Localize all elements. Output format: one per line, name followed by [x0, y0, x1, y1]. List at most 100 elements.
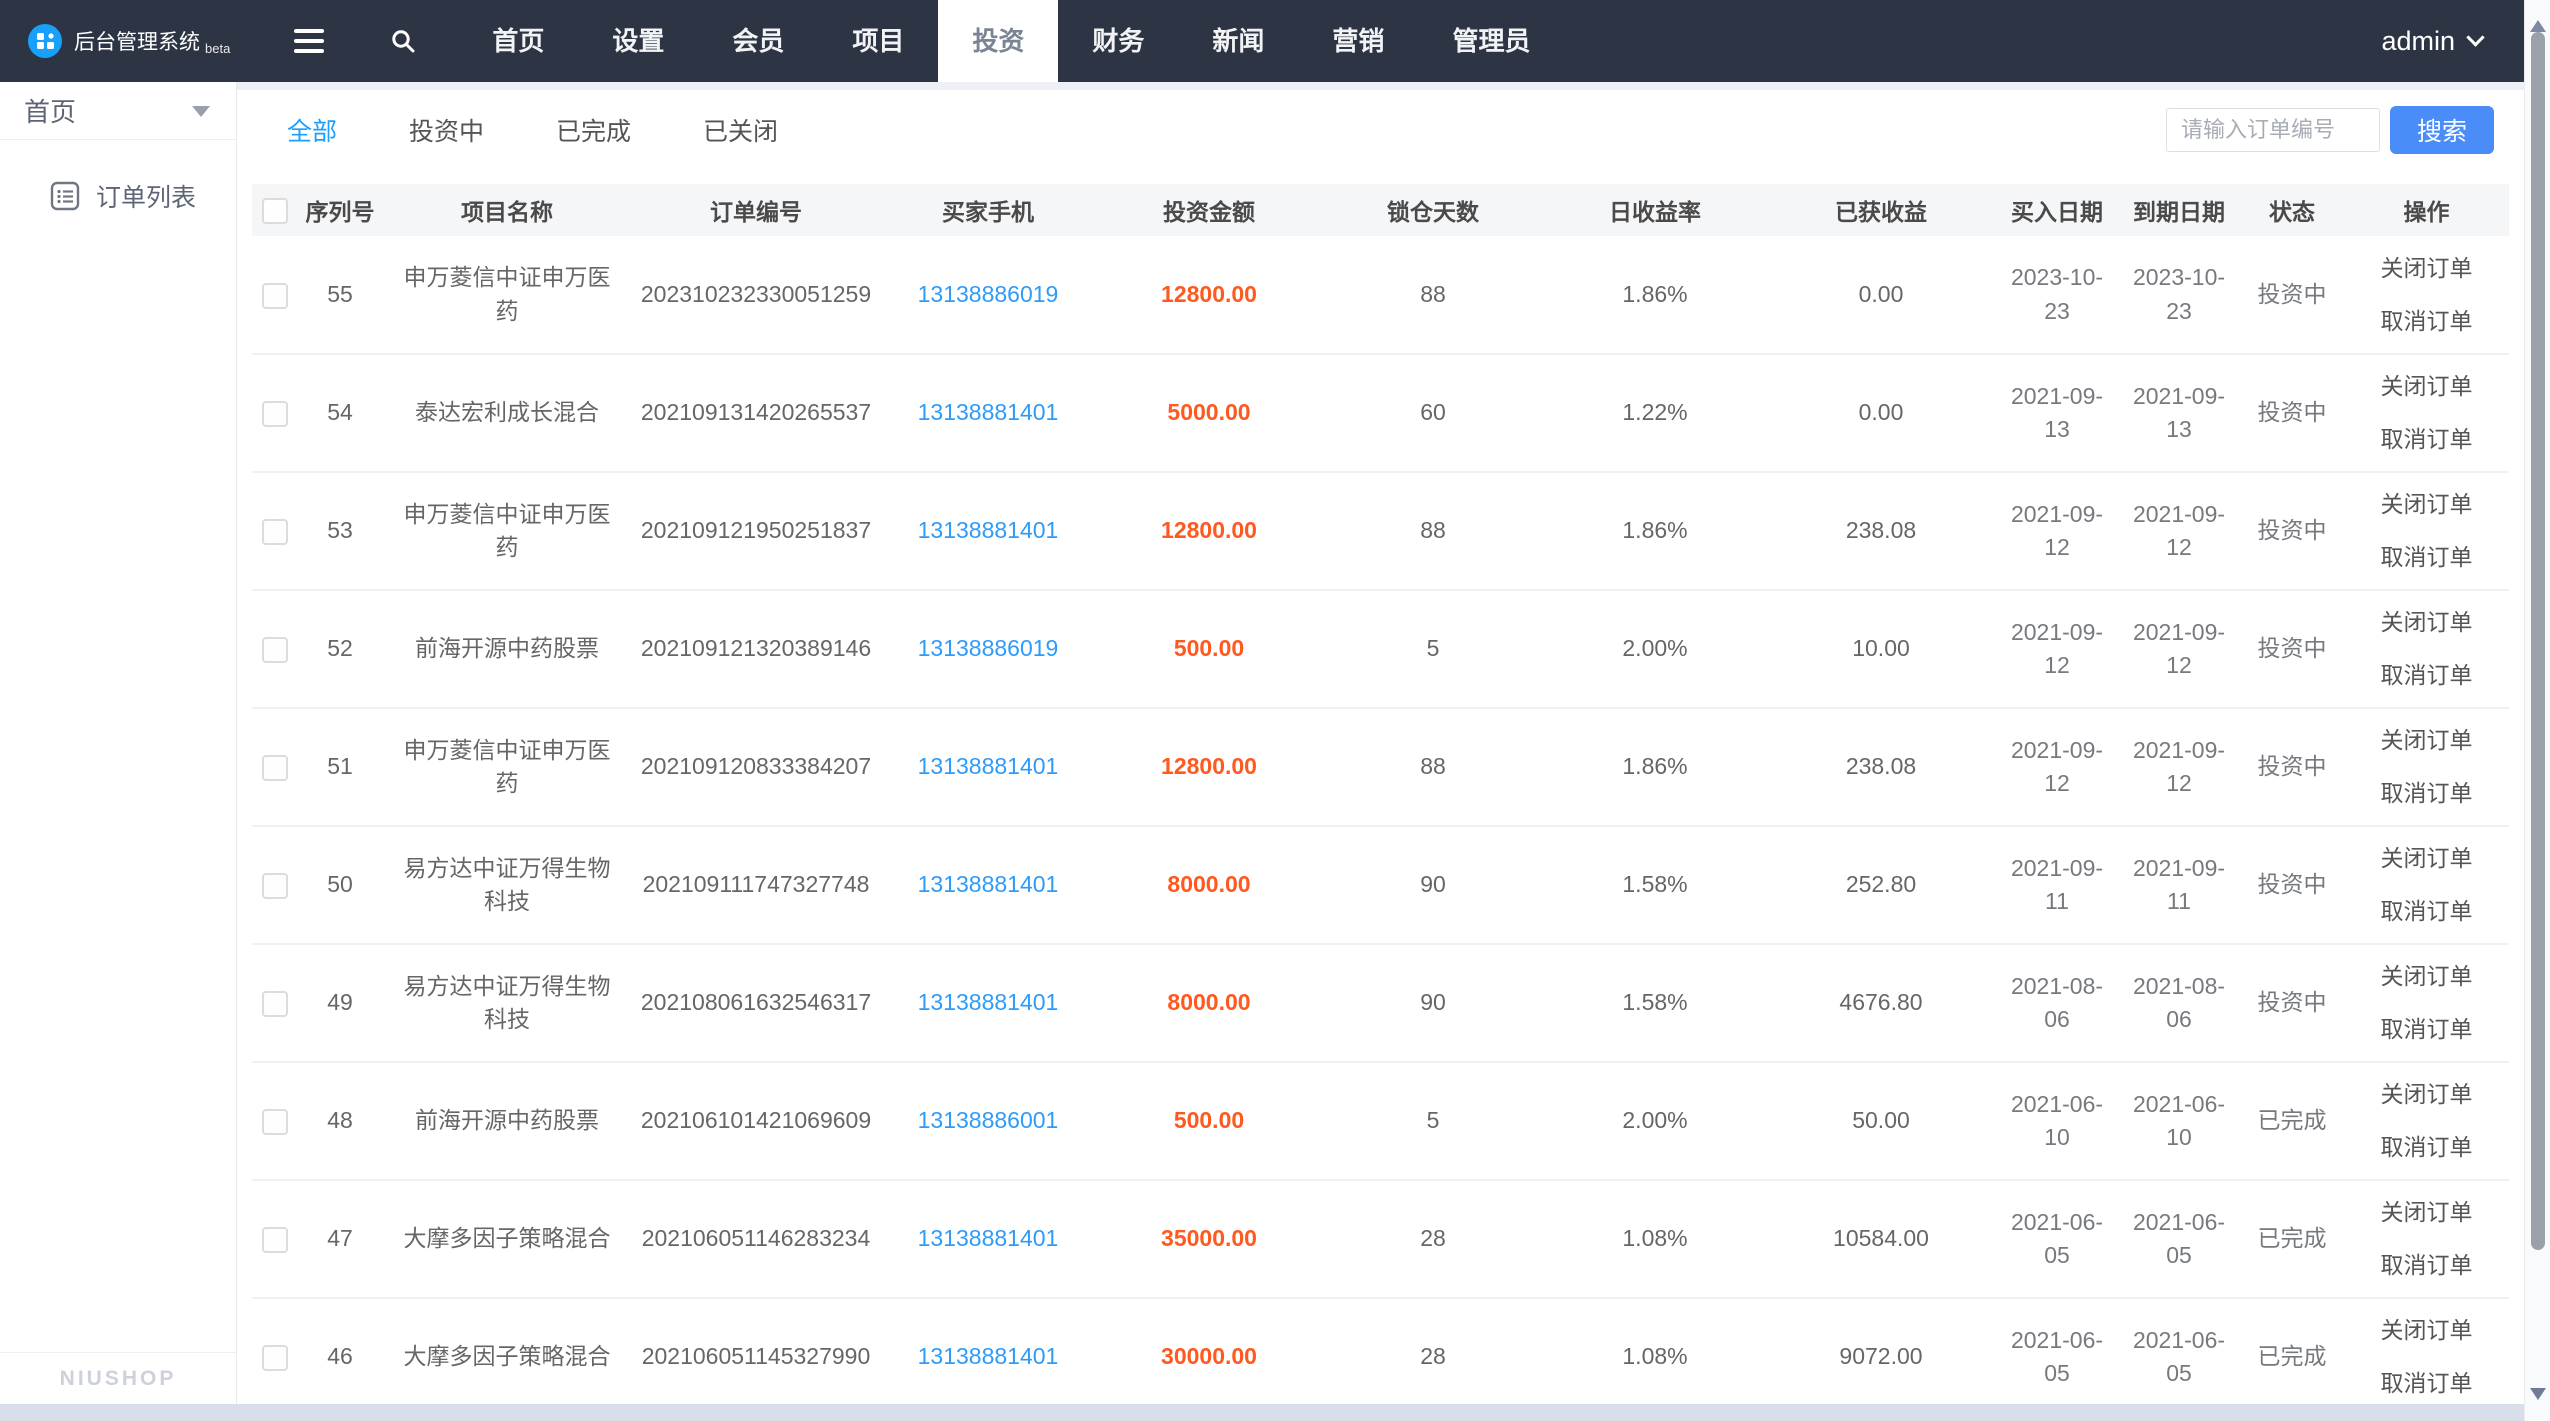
row-checkbox[interactable] — [262, 519, 288, 546]
nav-item-5[interactable]: 投资 — [938, 0, 1059, 82]
row-checkbox[interactable] — [262, 1227, 288, 1254]
cancel-order-link[interactable]: 取消订单 — [2352, 767, 2501, 820]
search-button[interactable]: 搜索 — [2390, 106, 2494, 154]
close-order-link[interactable]: 关闭订单 — [2352, 242, 2501, 295]
close-order-link[interactable]: 关闭订单 — [2352, 360, 2501, 413]
earned-profit-cell: 238.08 — [1766, 708, 1996, 827]
status-cell: 已完成 — [2240, 1298, 2344, 1404]
content-card: 全部投资中已完成已关闭 搜索 — [237, 90, 2524, 1404]
close-order-link[interactable]: 关闭订单 — [2352, 1186, 2501, 1239]
buyer-phone-link[interactable]: 13138881401 — [880, 1180, 1096, 1299]
buyer-phone-link[interactable]: 13138881401 — [880, 1298, 1096, 1404]
lock-days-cell: 5 — [1322, 590, 1544, 709]
nav-item-8[interactable]: 营销 — [1298, 0, 1418, 82]
buyer-phone-link[interactable]: 13138886001 — [880, 1062, 1096, 1181]
buyer-phone-link[interactable]: 13138886019 — [880, 236, 1096, 355]
checkbox-cell — [252, 236, 298, 355]
cancel-order-link[interactable]: 取消订单 — [2352, 1357, 2501, 1404]
close-order-link[interactable]: 关闭订单 — [2352, 1304, 2501, 1357]
cancel-order-link[interactable]: 取消订单 — [2352, 531, 2501, 584]
close-order-link[interactable]: 关闭订单 — [2352, 714, 2501, 767]
cancel-order-link[interactable]: 取消订单 — [2352, 885, 2501, 938]
cancel-order-link[interactable]: 取消订单 — [2352, 1239, 2501, 1292]
nav-item-4[interactable]: 项目 — [818, 0, 938, 82]
close-order-link[interactable]: 关闭订单 — [2352, 1068, 2501, 1121]
invest-amount-cell: 500.00 — [1096, 590, 1322, 709]
buy-date-cell: 2023-10-23 — [1996, 236, 2118, 355]
vertical-scrollbar-thumb[interactable] — [2531, 32, 2545, 1250]
invest-amount-cell: 500.00 — [1096, 1062, 1322, 1181]
username: admin — [2381, 25, 2455, 56]
sidebar: 首页 订单列表 NIUSHOP — [0, 82, 237, 1404]
search-icon[interactable] — [390, 28, 416, 54]
cancel-order-link[interactable]: 取消订单 — [2352, 1121, 2501, 1174]
tab-1[interactable]: 全部 — [287, 112, 337, 148]
daily-rate-cell: 2.00% — [1544, 1062, 1766, 1181]
row-checkbox[interactable] — [262, 282, 288, 309]
column-header: 订单编号 — [632, 184, 880, 236]
cancel-order-link[interactable]: 取消订单 — [2352, 295, 2501, 348]
scroll-down-arrow-icon[interactable] — [2530, 1388, 2546, 1408]
main-area: 全部投资中已完成已关闭 搜索 — [237, 82, 2524, 1404]
cancel-order-link[interactable]: 取消订单 — [2352, 413, 2501, 466]
seq-cell: 55 — [298, 236, 382, 355]
project-name-cell: 申万菱信中证申万医药 — [382, 236, 632, 355]
table-body: 55 申万菱信中证申万医药 202310232330051259 1313888… — [252, 236, 2509, 1404]
close-order-link[interactable]: 关闭订单 — [2352, 478, 2501, 531]
brand[interactable]: 后台管理系统 beta — [28, 24, 230, 58]
tab-3[interactable]: 已完成 — [556, 112, 631, 148]
horizontal-scrollbar[interactable] — [0, 1404, 2524, 1421]
vertical-scrollbar[interactable] — [2524, 0, 2550, 1421]
buy-date-cell: 2021-06-05 — [1996, 1180, 2118, 1299]
row-checkbox[interactable] — [262, 873, 288, 900]
nav-item-2[interactable]: 设置 — [578, 0, 698, 82]
seq-cell: 48 — [298, 1062, 382, 1181]
status-cell: 已完成 — [2240, 1062, 2344, 1181]
nav-item-3[interactable]: 会员 — [698, 0, 818, 82]
select-all-header — [252, 184, 298, 236]
order-search-input[interactable] — [2166, 108, 2380, 152]
earned-profit-cell: 9072.00 — [1766, 1298, 1996, 1404]
sidebar-section-home[interactable]: 首页 — [0, 82, 236, 140]
seq-cell: 54 — [298, 354, 382, 473]
close-order-link[interactable]: 关闭订单 — [2352, 832, 2501, 885]
end-date-cell: 2021-06-05 — [2118, 1180, 2240, 1299]
sidebar-item-order-list[interactable]: 订单列表 — [0, 168, 236, 224]
hamburger-icon[interactable] — [294, 29, 325, 53]
row-checkbox[interactable] — [262, 637, 288, 664]
row-checkbox[interactable] — [262, 755, 288, 782]
nav-item-6[interactable]: 财务 — [1058, 0, 1178, 82]
row-checkbox[interactable] — [262, 991, 288, 1018]
nav-item-7[interactable]: 新闻 — [1178, 0, 1298, 82]
close-order-link[interactable]: 关闭订单 — [2352, 950, 2501, 1003]
row-checkbox[interactable] — [262, 401, 288, 428]
order-no-cell: 202109121320389146 — [632, 590, 880, 709]
row-checkbox[interactable] — [262, 1345, 288, 1372]
buy-date-cell: 2021-06-10 — [1996, 1062, 2118, 1181]
buyer-phone-link[interactable]: 13138881401 — [880, 708, 1096, 827]
buyer-phone-link[interactable]: 13138881401 — [880, 472, 1096, 591]
lock-days-cell: 88 — [1322, 708, 1544, 827]
cancel-order-link[interactable]: 取消订单 — [2352, 1003, 2501, 1056]
buyer-phone-link[interactable]: 13138881401 — [880, 944, 1096, 1063]
buyer-phone-link[interactable]: 13138881401 — [880, 826, 1096, 945]
user-menu[interactable]: admin — [2381, 25, 2485, 57]
buyer-phone-link[interactable]: 13138886019 — [880, 590, 1096, 709]
table-row: 51 申万菱信中证申万医药 202109120833384207 1313888… — [252, 708, 2509, 827]
row-actions: 关闭订单 取消订单 — [2344, 354, 2509, 473]
buyer-phone-link[interactable]: 13138881401 — [880, 354, 1096, 473]
nav-item-1[interactable]: 首页 — [458, 0, 578, 82]
project-name-cell: 易方达中证万得生物科技 — [382, 944, 632, 1063]
nav-item-9[interactable]: 管理员 — [1418, 0, 1564, 82]
daily-rate-cell: 1.86% — [1544, 708, 1766, 827]
close-order-link[interactable]: 关闭订单 — [2352, 596, 2501, 649]
earned-profit-cell: 0.00 — [1766, 354, 1996, 473]
scroll-up-arrow-icon[interactable] — [2530, 12, 2546, 32]
tab-4[interactable]: 已关闭 — [703, 112, 778, 148]
row-checkbox[interactable] — [262, 1109, 288, 1136]
cancel-order-link[interactable]: 取消订单 — [2352, 649, 2501, 702]
seq-cell: 52 — [298, 590, 382, 709]
tab-2[interactable]: 投资中 — [409, 112, 484, 148]
select-all-checkbox[interactable] — [262, 197, 288, 224]
body-row: 首页 订单列表 NIUSHOP 全部 投资中 已完成 已关闭 请输入订单编号 搜… — [0, 82, 2524, 1404]
